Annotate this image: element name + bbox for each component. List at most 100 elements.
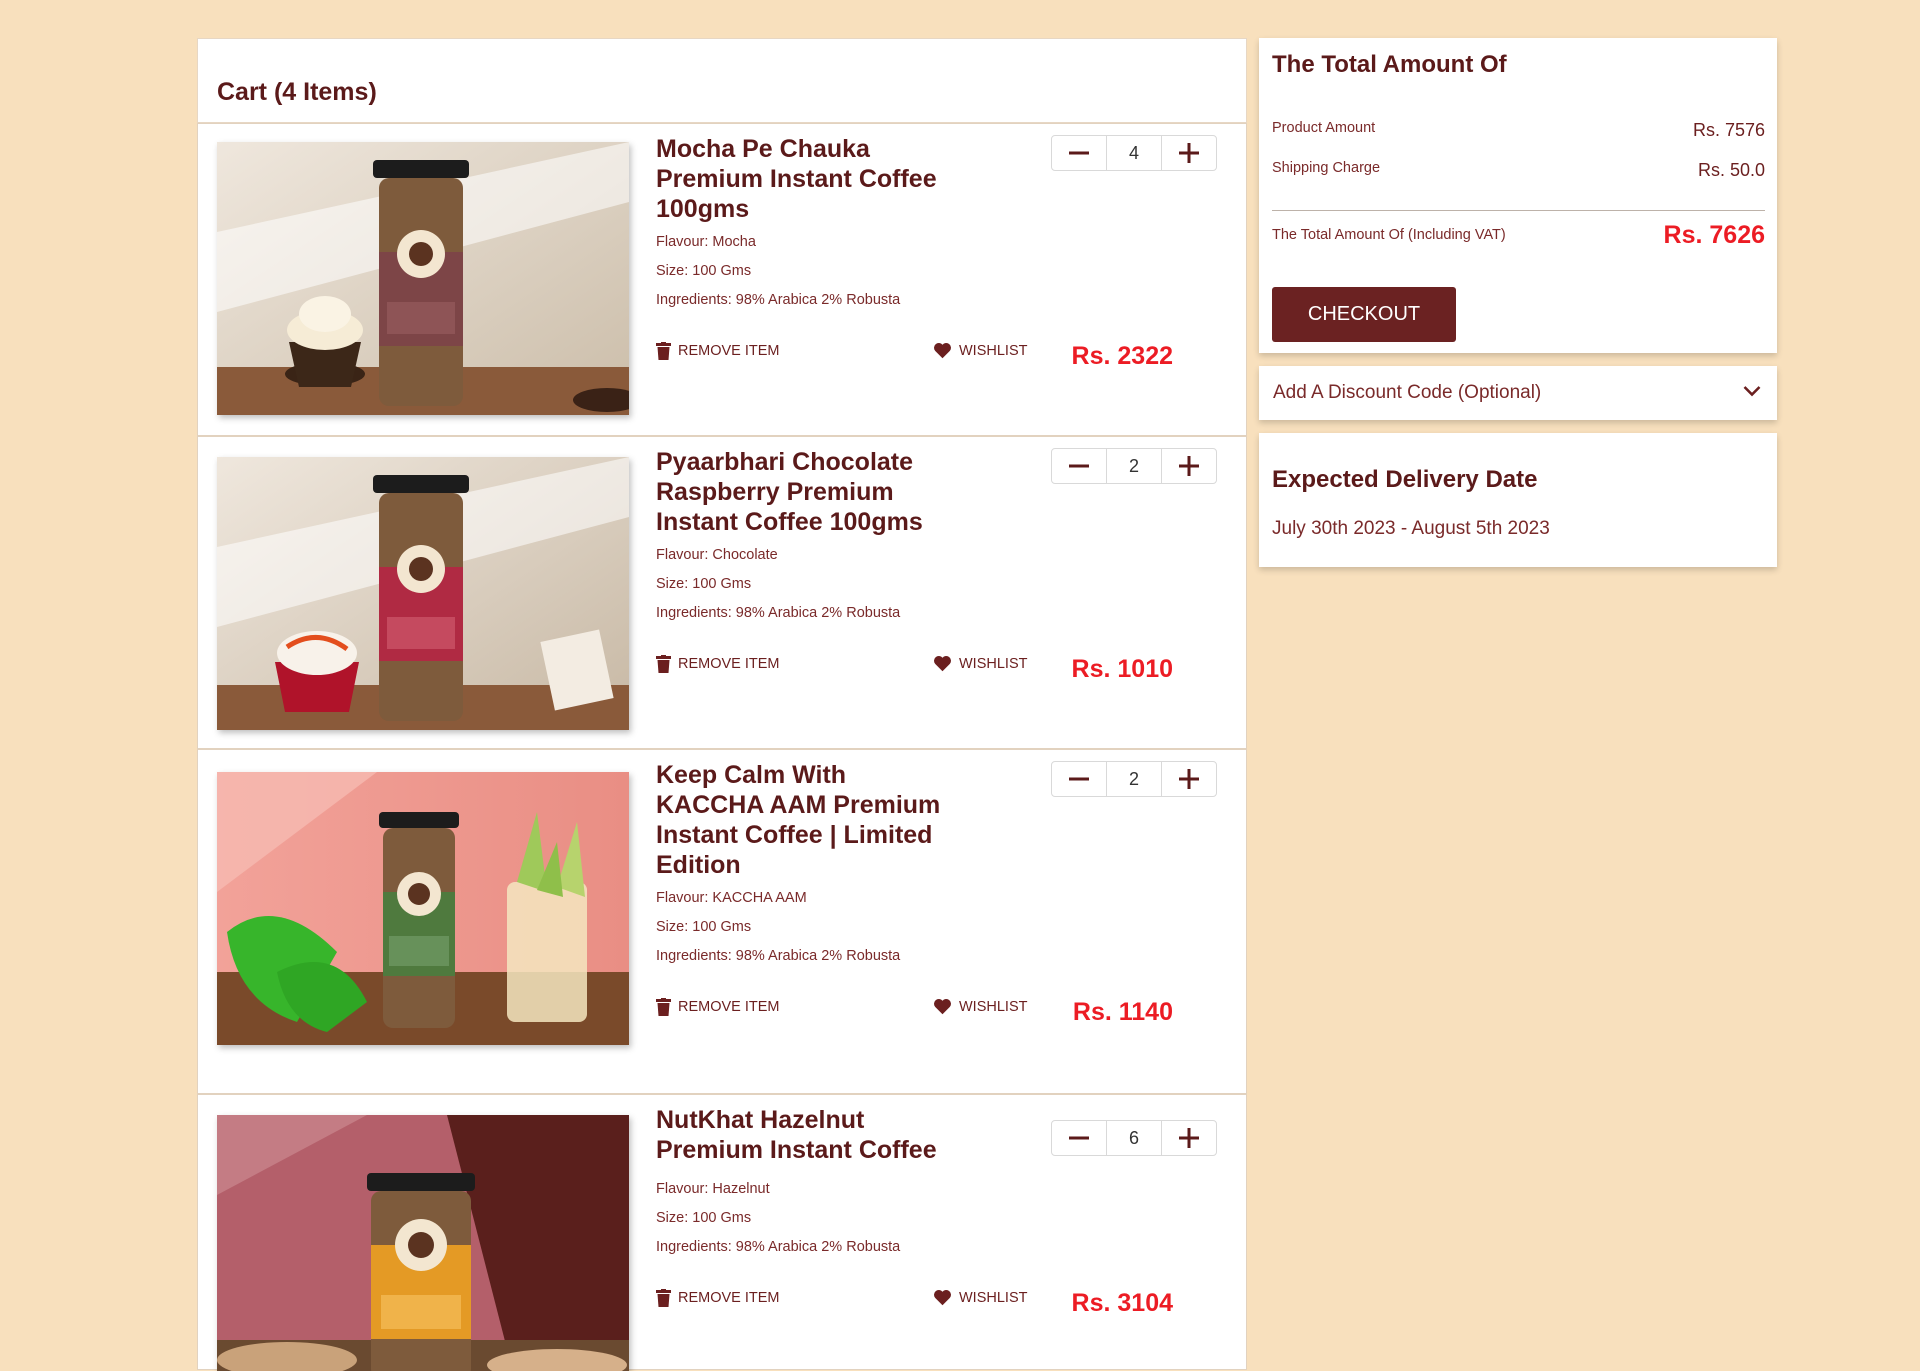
- product-image[interactable]: [217, 772, 629, 1045]
- increase-quantity-button[interactable]: [1162, 762, 1216, 796]
- trash-icon: [656, 342, 671, 360]
- wishlist-button[interactable]: WISHLIST: [933, 1289, 1027, 1306]
- remove-item-button[interactable]: REMOVE ITEM: [656, 342, 780, 360]
- minus-icon: [1069, 151, 1090, 155]
- wishlist-label: WISHLIST: [959, 655, 1028, 672]
- product-name[interactable]: Mocha Pe Chauka Premium Instant Coffee 1…: [656, 134, 946, 224]
- product-image[interactable]: [217, 457, 629, 730]
- decrease-quantity-button[interactable]: [1052, 762, 1106, 796]
- product-attributes: Flavour: Mocha Size: 100 Gms Ingredients…: [656, 228, 900, 315]
- remove-item-button[interactable]: REMOVE ITEM: [656, 655, 780, 673]
- summary-divider: [1272, 210, 1765, 211]
- quantity-stepper: 6: [1051, 1120, 1217, 1156]
- product-size: Size: 100 Gms: [656, 263, 752, 279]
- plus-icon: [1178, 143, 1199, 163]
- shipping-charge-label: Shipping Charge: [1272, 160, 1381, 176]
- order-summary-card: The Total Amount Of Product Amount Rs. 7…: [1259, 38, 1777, 353]
- cart-item: NutKhat Hazelnut Premium Instant Coffee …: [197, 1094, 1247, 1371]
- minus-icon: [1069, 464, 1090, 468]
- quantity-value[interactable]: 2: [1106, 762, 1162, 796]
- wishlist-button[interactable]: WISHLIST: [933, 655, 1027, 672]
- summary-title: The Total Amount Of: [1272, 51, 1507, 78]
- product-amount-row: Product Amount Rs. 7576: [1272, 120, 1765, 144]
- delivery-title: Expected Delivery Date: [1272, 466, 1538, 493]
- remove-item-label: REMOVE ITEM: [678, 1290, 780, 1306]
- discount-code-label: Add A Discount Code (Optional): [1273, 382, 1542, 403]
- shipping-charge-value: Rs. 50.0: [1697, 160, 1765, 180]
- product-attributes: Flavour: KACCHA AAM Size: 100 Gms Ingred…: [656, 884, 900, 971]
- item-actions: REMOVE ITEM WISHLIST Rs. 3104: [656, 1289, 1173, 1319]
- trash-icon: [656, 655, 671, 673]
- product-name[interactable]: Pyaarbhari Chocolate Raspberry Premium I…: [656, 447, 946, 537]
- discount-code-toggle[interactable]: Add A Discount Code (Optional): [1259, 366, 1777, 420]
- plus-icon: [1178, 1128, 1199, 1148]
- product-flavour: Flavour: Hazelnut: [656, 1181, 770, 1197]
- plus-icon: [1178, 769, 1199, 789]
- remove-item-button[interactable]: REMOVE ITEM: [656, 1289, 780, 1307]
- cart-title: Cart (4 Items): [217, 78, 377, 106]
- increase-quantity-button[interactable]: [1162, 136, 1216, 170]
- total-row: The Total Amount Of (Including VAT) Rs. …: [1272, 221, 1765, 251]
- wishlist-button[interactable]: WISHLIST: [933, 342, 1027, 359]
- product-name[interactable]: Keep Calm With KACCHA AAM Premium Instan…: [656, 760, 946, 880]
- product-ingredients: Ingredients: 98% Arabica 2% Robusta: [656, 605, 901, 621]
- chevron-down-icon: [1743, 386, 1761, 397]
- product-image[interactable]: [217, 1115, 629, 1371]
- heart-icon: [934, 1289, 951, 1306]
- quantity-stepper: 4: [1051, 135, 1217, 171]
- product-size: Size: 100 Gms: [656, 576, 752, 592]
- quantity-stepper: 2: [1051, 448, 1217, 484]
- item-price: Rs. 3104: [1071, 1289, 1173, 1317]
- wishlist-label: WISHLIST: [959, 342, 1028, 359]
- delivery-date-card: Expected Delivery Date July 30th 2023 - …: [1259, 433, 1777, 567]
- checkout-button[interactable]: CHECKOUT: [1272, 287, 1456, 342]
- increase-quantity-button[interactable]: [1162, 449, 1216, 483]
- quantity-value[interactable]: 4: [1106, 136, 1162, 170]
- product-attributes: Flavour: Chocolate Size: 100 Gms Ingredi…: [656, 541, 900, 628]
- cart-item: Mocha Pe Chauka Premium Instant Coffee 1…: [197, 123, 1247, 436]
- minus-icon: [1069, 777, 1090, 781]
- product-image[interactable]: [217, 142, 629, 415]
- trash-icon: [656, 1289, 671, 1307]
- product-name[interactable]: NutKhat Hazelnut Premium Instant Coffee: [656, 1105, 946, 1165]
- product-amount-value: Rs. 7576: [1692, 120, 1765, 140]
- decrease-quantity-button[interactable]: [1052, 449, 1106, 483]
- quantity-value[interactable]: 2: [1106, 449, 1162, 483]
- item-price: Rs. 1010: [1071, 655, 1173, 683]
- cart-header: Cart (4 Items): [197, 38, 1247, 123]
- heart-icon: [934, 342, 951, 359]
- remove-item-label: REMOVE ITEM: [678, 343, 780, 359]
- wishlist-label: WISHLIST: [959, 1289, 1028, 1306]
- item-price: Rs. 2322: [1071, 342, 1173, 370]
- item-actions: REMOVE ITEM WISHLIST Rs. 1140: [656, 998, 1173, 1028]
- quantity-value[interactable]: 6: [1106, 1121, 1162, 1155]
- item-actions: REMOVE ITEM WISHLIST Rs. 1010: [656, 655, 1173, 685]
- decrease-quantity-button[interactable]: [1052, 136, 1106, 170]
- quantity-stepper: 2: [1051, 761, 1217, 797]
- product-flavour: Flavour: Chocolate: [656, 547, 778, 563]
- wishlist-button[interactable]: WISHLIST: [933, 998, 1027, 1015]
- cart-item: Keep Calm With KACCHA AAM Premium Instan…: [197, 749, 1247, 1094]
- total-value: Rs. 7626: [1663, 221, 1765, 249]
- wishlist-label: WISHLIST: [959, 998, 1028, 1015]
- remove-item-label: REMOVE ITEM: [678, 656, 780, 672]
- product-size: Size: 100 Gms: [656, 919, 752, 935]
- heart-icon: [934, 655, 951, 672]
- delivery-dates: July 30th 2023 - August 5th 2023: [1272, 518, 1550, 539]
- product-size: Size: 100 Gms: [656, 1210, 752, 1226]
- total-label: The Total Amount Of (Including VAT): [1272, 227, 1506, 243]
- product-ingredients: Ingredients: 98% Arabica 2% Robusta: [656, 1239, 901, 1255]
- product-ingredients: Ingredients: 98% Arabica 2% Robusta: [656, 292, 901, 308]
- product-flavour: Flavour: KACCHA AAM: [656, 890, 807, 906]
- product-ingredients: Ingredients: 98% Arabica 2% Robusta: [656, 948, 901, 964]
- decrease-quantity-button[interactable]: [1052, 1121, 1106, 1155]
- remove-item-button[interactable]: REMOVE ITEM: [656, 998, 780, 1016]
- item-actions: REMOVE ITEM WISHLIST Rs. 2322: [656, 342, 1173, 372]
- increase-quantity-button[interactable]: [1162, 1121, 1216, 1155]
- cart-panel: Cart (4 Items) Mocha Pe Chauka Premium I…: [197, 38, 1247, 1371]
- minus-icon: [1069, 1136, 1090, 1140]
- plus-icon: [1178, 456, 1199, 476]
- heart-icon: [934, 998, 951, 1015]
- shipping-charge-row: Shipping Charge Rs. 50.0: [1272, 160, 1765, 184]
- item-price: Rs. 1140: [1072, 998, 1173, 1026]
